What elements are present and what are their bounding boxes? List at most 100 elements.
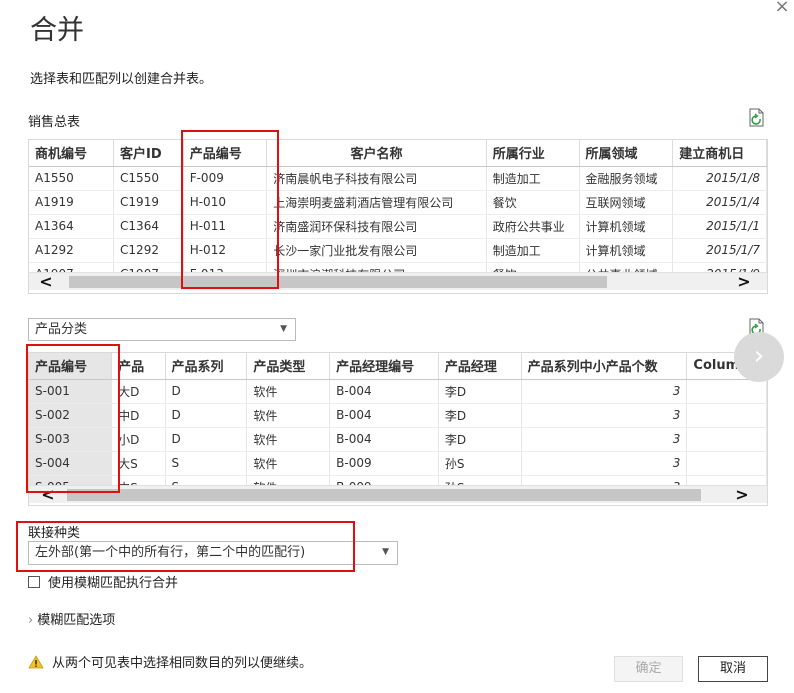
refresh-preview-icon[interactable] bbox=[748, 108, 766, 128]
table-cell: 孙S bbox=[438, 451, 522, 476]
cancel-button[interactable]: 取消 bbox=[698, 656, 768, 682]
table2-select-value: 产品分类 bbox=[35, 322, 88, 337]
table-cell: 中D bbox=[111, 403, 166, 428]
table-cell: 济南晨帆电子科技有限公司 bbox=[266, 166, 487, 191]
table-row: S-004 大S S 软件 B-009 孙S 3 bbox=[29, 451, 767, 476]
scroll-left-arrow[interactable]: < bbox=[35, 486, 61, 504]
table-row: A1919 C1919 H-010 上海崇明麦盛莉酒店管理有限公司 餐饮 互联网领域 201… bbox=[29, 190, 767, 215]
scroll-right-arrow[interactable]: > bbox=[729, 486, 755, 504]
table-cell: C1919 bbox=[113, 190, 184, 215]
table-cell: 上海崇明麦盛莉酒店管理有限公司 bbox=[266, 190, 487, 215]
table-row: A1292 C1292 H-012 长沙一家门业批发有限公司 制造加工 计算机领域 2015… bbox=[29, 238, 767, 263]
scroll-thumb[interactable] bbox=[67, 489, 701, 501]
table-cell: H-011 bbox=[183, 214, 268, 239]
table-cell: 政府公共事业 bbox=[486, 214, 580, 239]
join-kind-select[interactable]: 左外部(第一个中的所有行，第二个中的匹配行) ▼ bbox=[28, 541, 398, 565]
scroll-right-arrow[interactable]: > bbox=[731, 273, 757, 291]
scroll-left-arrow[interactable]: < bbox=[33, 273, 59, 291]
table-cell: A1919 bbox=[29, 190, 115, 215]
table1-grid: 商机编号 客户ID 产品编号 客户名称 所属行业 所属领域 建立商机日 A1550 C1550… bbox=[29, 140, 767, 287]
table-cell: D bbox=[165, 427, 248, 452]
table-cell: 小D bbox=[111, 427, 166, 452]
table-cell: A1550 bbox=[29, 166, 115, 191]
ok-button[interactable]: 确定 bbox=[614, 656, 683, 682]
table-cell: 软件 bbox=[246, 379, 331, 404]
column-header[interactable]: 客户名称 bbox=[266, 140, 487, 167]
table-cell: B-004 bbox=[329, 379, 439, 404]
join-kind-value: 左外部(第一个中的所有行，第二个中的匹配行) bbox=[35, 545, 306, 560]
fuzzy-options-label: 模糊匹配选项 bbox=[37, 613, 116, 628]
table-cell: C1292 bbox=[113, 238, 184, 263]
table-cell: 制造加工 bbox=[486, 238, 580, 263]
column-header[interactable]: 产品系列 bbox=[165, 353, 248, 380]
column-header[interactable]: 产品类型 bbox=[246, 353, 331, 380]
table2-grid: 产品编号 产品 产品系列 产品类型 产品经理编号 产品经理 产品系列中小产品个数 Column… bbox=[29, 353, 767, 500]
table1-hscrollbar[interactable]: < > bbox=[29, 272, 767, 290]
table-cell: S bbox=[165, 451, 248, 476]
table-cell: 李D bbox=[438, 379, 522, 404]
table-cell bbox=[686, 403, 767, 428]
table-cell: 2015/1/7 bbox=[672, 238, 767, 263]
column-header[interactable]: 建立商机日 bbox=[672, 140, 767, 167]
column-header[interactable]: 所属领域 bbox=[579, 140, 674, 167]
join-kind-label: 联接种类 bbox=[28, 526, 81, 541]
close-icon[interactable]: × bbox=[772, 0, 792, 18]
table-cell: S-002 bbox=[29, 403, 113, 428]
table2-preview: 产品编号 产品 产品系列 产品类型 产品经理编号 产品经理 产品系列中小产品个数 Column… bbox=[28, 352, 768, 506]
table-cell: 软件 bbox=[246, 451, 331, 476]
chevron-right-icon: › bbox=[28, 613, 34, 628]
dialog-subtitle: 选择表和匹配列以创建合并表。 bbox=[30, 72, 213, 87]
table-cell: D bbox=[165, 379, 248, 404]
table-cell: 大S bbox=[111, 451, 166, 476]
warning-text: 从两个可见表中选择相同数目的列以便继续。 bbox=[52, 656, 313, 671]
table2-hscrollbar[interactable]: < > bbox=[29, 485, 767, 503]
table-cell: 计算机领域 bbox=[579, 214, 674, 239]
table-cell: A1364 bbox=[29, 214, 115, 239]
table-cell: 软件 bbox=[246, 427, 331, 452]
column-header[interactable]: 所属行业 bbox=[486, 140, 580, 167]
dialog-title: 合并 bbox=[30, 15, 84, 46]
table-cell: 3 bbox=[521, 451, 688, 476]
table-cell: H-012 bbox=[183, 238, 268, 263]
table-row: S-002 中D D 软件 B-004 李D 3 bbox=[29, 403, 767, 428]
fuzzy-match-option[interactable]: 使用模糊匹配执行合并 bbox=[28, 572, 178, 591]
table1-preview: 商机编号 客户ID 产品编号 客户名称 所属行业 所属领域 建立商机日 A1550 C1550… bbox=[28, 139, 768, 294]
table-cell: 制造加工 bbox=[486, 166, 580, 191]
table-cell: H-010 bbox=[183, 190, 268, 215]
column-header[interactable]: 产品编号 bbox=[29, 353, 113, 380]
column-header[interactable]: 产品经理编号 bbox=[329, 353, 439, 380]
fuzzy-match-label: 使用模糊匹配执行合并 bbox=[48, 576, 179, 591]
table-cell: 2015/1/1 bbox=[672, 214, 767, 239]
column-header[interactable]: 产品经理 bbox=[438, 353, 522, 380]
table-cell: 大D bbox=[111, 379, 166, 404]
table2-select[interactable]: 产品分类 ▼ bbox=[28, 318, 296, 341]
table-cell: 互联网领域 bbox=[579, 190, 674, 215]
table-cell: B-009 bbox=[329, 451, 439, 476]
next-arrow-icon[interactable]: › bbox=[734, 332, 784, 382]
table-cell: F-009 bbox=[183, 166, 268, 191]
column-header[interactable]: 产品系列中小产品个数 bbox=[521, 353, 688, 380]
table-cell: A1292 bbox=[29, 238, 115, 263]
column-header[interactable]: 产品编号 bbox=[183, 140, 268, 167]
validation-message: 从两个可见表中选择相同数目的列以便继续。 bbox=[28, 652, 312, 671]
table-row: A1550 C1550 F-009 济南晨帆电子科技有限公司 制造加工 金融服务领域 201… bbox=[29, 166, 767, 191]
table-row: S-001 大D D 软件 B-004 李D 3 bbox=[29, 379, 767, 404]
scroll-thumb[interactable] bbox=[69, 276, 607, 288]
table-cell: 3 bbox=[521, 403, 688, 428]
chevron-down-icon: ▼ bbox=[382, 547, 389, 557]
table-cell: 李D bbox=[438, 427, 522, 452]
table-cell: 计算机领域 bbox=[579, 238, 674, 263]
table-row: S-003 小D D 软件 B-004 李D 3 bbox=[29, 427, 767, 452]
warning-icon bbox=[28, 654, 44, 668]
fuzzy-match-checkbox[interactable] bbox=[28, 575, 40, 588]
column-header[interactable]: 客户ID bbox=[113, 140, 184, 167]
table-cell: 3 bbox=[521, 427, 688, 452]
table-cell: 3 bbox=[521, 379, 688, 404]
table-cell: 2015/1/8 bbox=[672, 166, 767, 191]
table-cell: C1550 bbox=[113, 166, 184, 191]
table-cell bbox=[686, 427, 767, 452]
fuzzy-options-toggle[interactable]: › 模糊匹配选项 bbox=[28, 609, 115, 628]
table-cell: S-004 bbox=[29, 451, 113, 476]
column-header[interactable]: 商机编号 bbox=[29, 140, 115, 167]
column-header[interactable]: 产品 bbox=[111, 353, 166, 380]
